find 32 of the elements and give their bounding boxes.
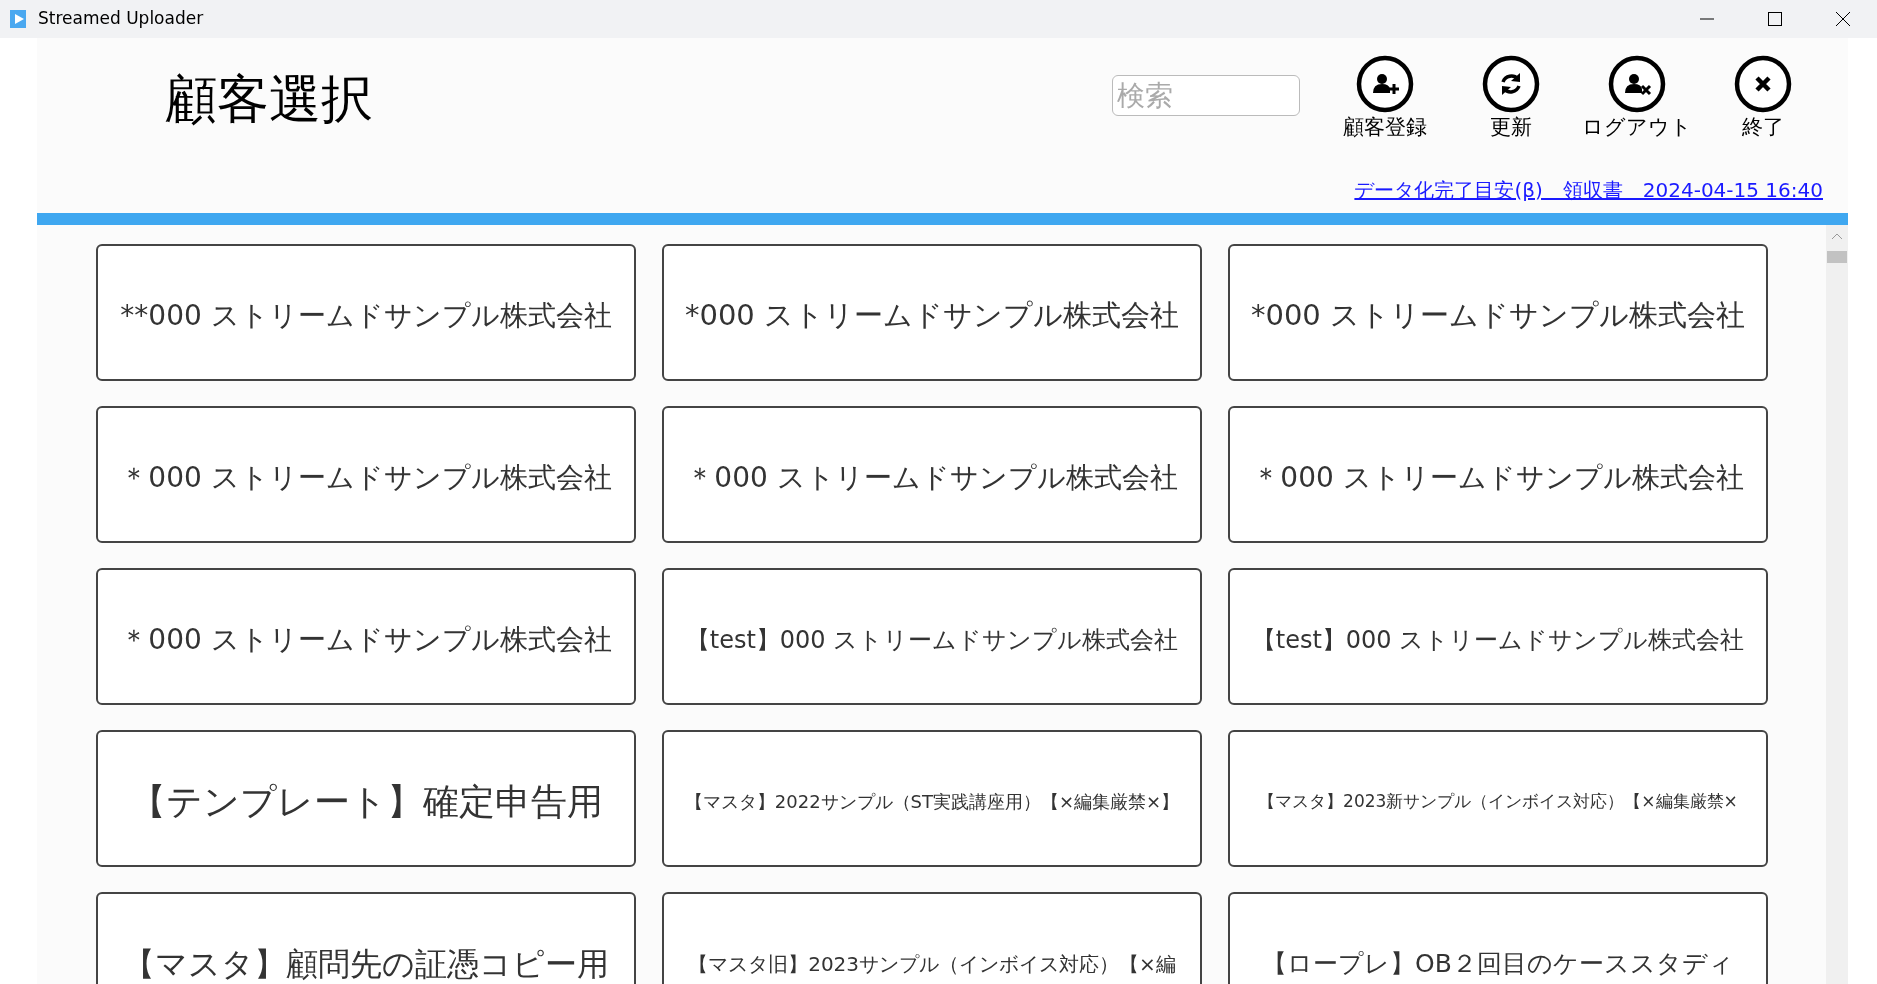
- scrollbar[interactable]: [1826, 225, 1848, 984]
- scroll-up-icon[interactable]: [1832, 233, 1842, 239]
- person-cross-icon: [1608, 55, 1666, 113]
- toolbar-button[interactable]: ログアウト: [1574, 55, 1700, 145]
- customer-tile[interactable]: 【マスタ旧】2023サンプル（インボイス対応）【×編: [662, 892, 1202, 984]
- customer-tile[interactable]: ＊000 ストリームドサンプル株式会社: [662, 406, 1202, 543]
- customer-tile[interactable]: 【テンプレート】確定申告用: [96, 730, 636, 867]
- customer-tile[interactable]: 【マスタ】顧問先の証憑コピー用: [96, 892, 636, 984]
- customer-tile[interactable]: 【test】000 ストリームドサンプル株式会社: [662, 568, 1202, 705]
- close-icon[interactable]: [1836, 12, 1850, 26]
- person-plus-icon: [1356, 55, 1414, 113]
- scrollbar-thumb[interactable]: [1827, 251, 1847, 263]
- refresh-icon: [1482, 55, 1540, 113]
- customer-tile[interactable]: **000 ストリームドサンプル株式会社: [96, 244, 636, 381]
- customer-tile[interactable]: 【マスタ】2022サンプル（ST実践講座用）【×編集厳禁×】: [662, 730, 1202, 867]
- toolbar-button[interactable]: 更新: [1448, 55, 1574, 145]
- customer-tile[interactable]: ＊000 ストリームドサンプル株式会社: [96, 406, 636, 543]
- close-icon: [1734, 55, 1792, 113]
- customer-tile[interactable]: ＊000 ストリームドサンプル株式会社: [96, 568, 636, 705]
- page-title: 顧客選択: [165, 73, 373, 131]
- customer-tile[interactable]: ＊000 ストリームドサンプル株式会社: [1228, 406, 1768, 543]
- customer-tile[interactable]: *000 ストリームドサンプル株式会社: [662, 244, 1202, 381]
- maximize-icon[interactable]: [1768, 12, 1782, 26]
- customer-tile[interactable]: 【ロープレ】OB２回目のケーススタディ: [1228, 892, 1768, 984]
- status-link[interactable]: データ化完了目安(β) 領収書 2024-04-15 16:40: [1354, 175, 1823, 205]
- customer-tile[interactable]: *000 ストリームドサンプル株式会社: [1228, 244, 1768, 381]
- toolbar-button[interactable]: 顧客登録: [1322, 55, 1448, 145]
- customer-tile[interactable]: 【マスタ】2023新サンプル（インボイス対応）【×編集厳禁×: [1228, 730, 1768, 867]
- window-title: Streamed Uploader: [38, 7, 204, 31]
- customer-tile[interactable]: 【test】000 ストリームドサンプル株式会社: [1228, 568, 1768, 705]
- search-field[interactable]: 検索: [1112, 75, 1300, 116]
- toolbar-button[interactable]: 終了: [1700, 55, 1826, 145]
